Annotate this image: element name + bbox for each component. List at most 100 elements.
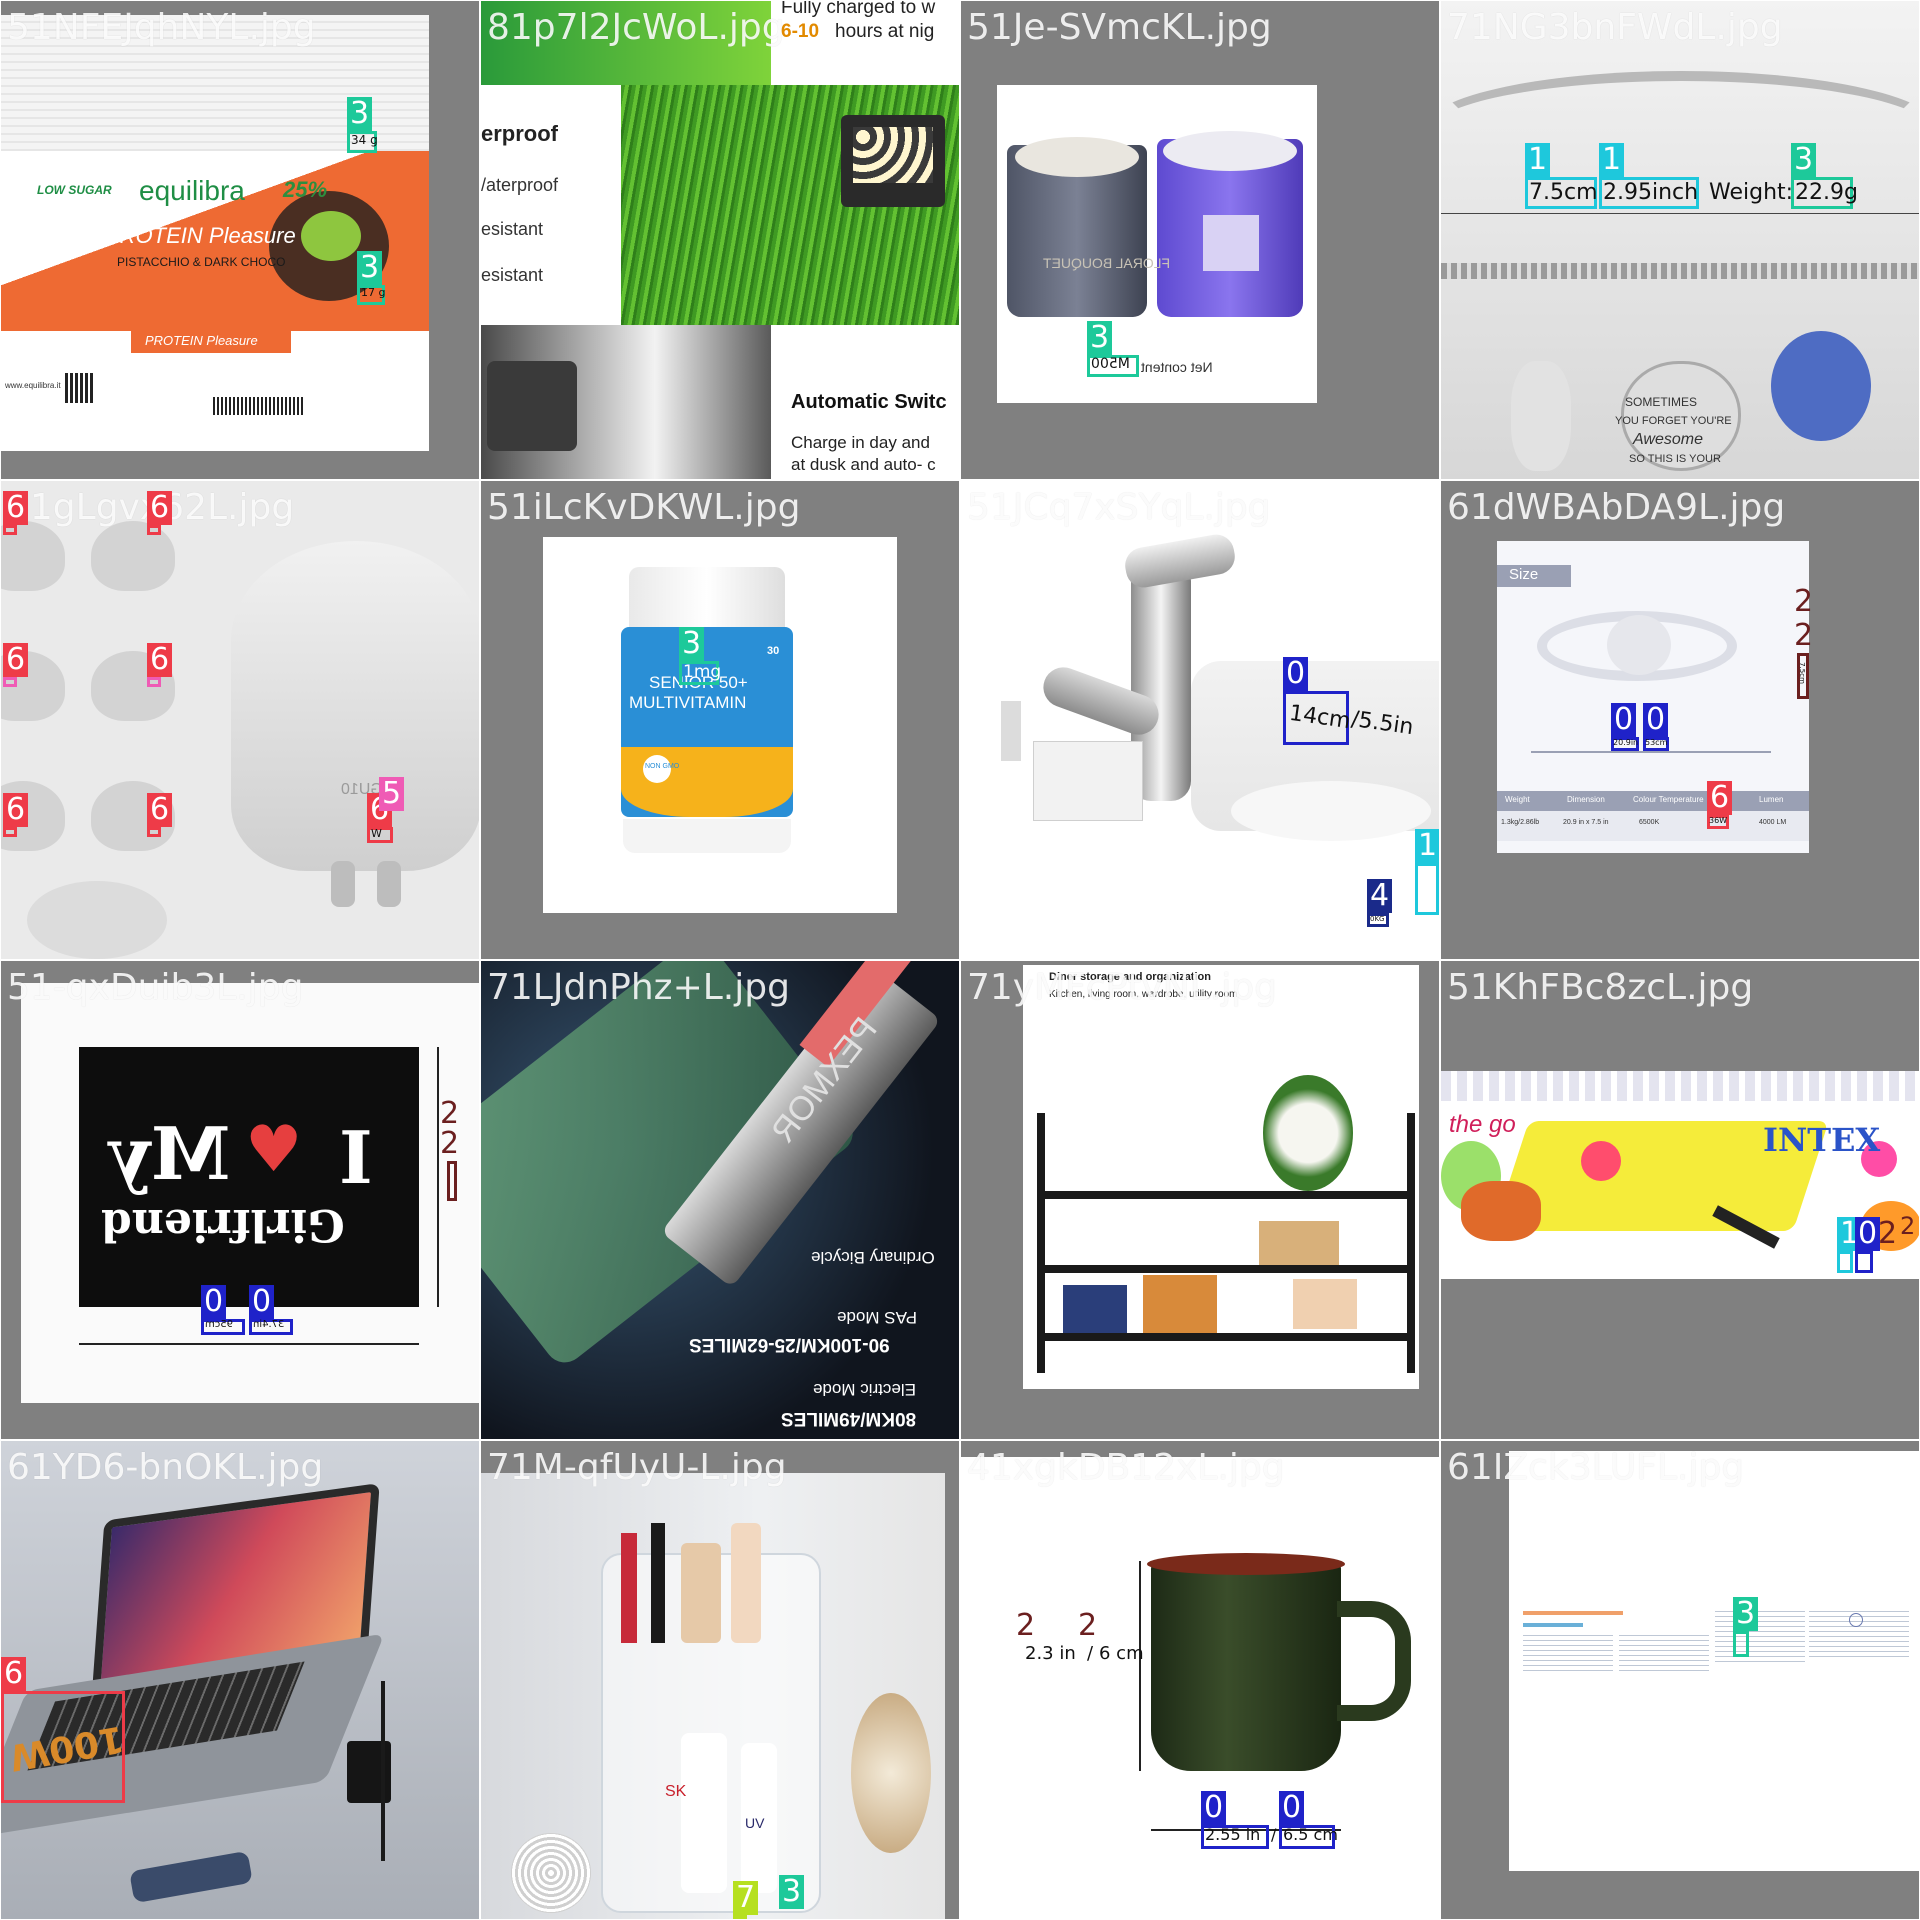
tile-7-annot-text-4: 36W: [1709, 816, 1728, 825]
tile-3-text-0: SOMETIMES: [1625, 395, 1698, 409]
tile-8-text-1: My: [109, 1111, 231, 1196]
tile-4-label-2: 6: [3, 643, 29, 677]
tile-11: the go INTEX 1 0 2 2 51KhFBc8zcL.jpg: [1441, 961, 1919, 1439]
tile-14-annot-text-3: 2.55 in: [1205, 1825, 1261, 1844]
tile-14-annot-text-1: /: [1087, 1643, 1094, 1664]
tile-9-text-4: Electric Mode: [813, 1380, 916, 1399]
tile-0-text-5: PROTEIN Pleasure: [145, 333, 258, 348]
tile-10-filename: 71yMFcPtvNL.jpg: [967, 967, 1277, 1008]
tile-9-text-1: Ordinary Bicycle: [811, 1248, 935, 1267]
tile-4-box-4: [3, 827, 17, 837]
tile-11-label-3: 2: [1900, 1212, 1916, 1240]
tile-6-label-0: 0: [1283, 657, 1309, 691]
tile-7-label-1: 2: [1794, 618, 1814, 653]
tile-0-annot-text-1: 17 g: [361, 286, 386, 299]
tile-0-label-1: 3: [357, 251, 383, 285]
tile-3-text-2: Awesome: [1633, 431, 1703, 448]
tile-6-label-2: 1: [1415, 829, 1439, 863]
tile-7-label-0: 2: [1794, 584, 1814, 619]
tile-8-text-2: Girlfriend: [101, 1199, 345, 1250]
tile-0: equilibra 25% PROTEIN Pleasure PISTACCHI…: [1, 1, 479, 479]
tile-2-annot-text-0: M500: [1091, 356, 1130, 372]
tile-10-photo: Diner storage and organization Kitchen, …: [1023, 965, 1419, 1389]
tile-5-label-0: 3: [679, 627, 705, 661]
tile-8-label-1: 2: [440, 1126, 460, 1161]
tile-3-annot-text-1: 2.95inch: [1603, 180, 1699, 205]
tile-12-photo: [1, 1441, 479, 1919]
tile-15-label-0: 3: [1733, 1597, 1759, 1631]
tile-13-text-0: SK: [665, 1783, 687, 1800]
tile-4: GU10 6 6 6 6 6 6 6 W 5 61gLgvx62L.jpg: [1, 481, 479, 959]
tile-7-annot-text-1: 7.5cm: [1797, 662, 1806, 684]
tile-0-text-1: 25%: [283, 177, 328, 202]
tile-13-filename: 71M-qfUyU-L.jpg: [487, 1447, 787, 1488]
tile-0-label-0: 3: [347, 97, 373, 131]
tile-7-label-2: 0: [1611, 703, 1637, 737]
tile-15-filename: 61IZck3LUFL.jpg: [1447, 1447, 1745, 1488]
tile-14-annot-text-2: 6 cm: [1099, 1643, 1144, 1664]
tile-0-annot-text-0: 34 g: [351, 133, 378, 147]
tile-4-label-3: 6: [147, 643, 173, 677]
tile-13: SK UV 7 3 71M-qfUyU-L.jpg: [481, 1441, 959, 1919]
tile-1-filename: 81p7l2JcWoL.jpg: [487, 7, 785, 48]
tile-7-text-0: Size: [1509, 566, 1539, 583]
tile-3-annot-text-2: Weight:: [1709, 180, 1794, 205]
tile-3-label-1: 1: [1599, 143, 1625, 177]
tile-7-text-6: 20.9 in x 7.5 in: [1563, 819, 1609, 826]
tile-4-label-1: 6: [147, 491, 173, 525]
tile-1-text-3: erproof: [481, 121, 558, 146]
tile-15: 3 61IZck3LUFL.jpg: [1441, 1441, 1919, 1919]
tile-9-filename: 71LJdnPhz+L.jpg: [487, 967, 790, 1008]
tile-8-annot-text-3: 37.4in: [253, 1319, 285, 1330]
tile-7-text-4: Lumen: [1759, 795, 1784, 804]
tile-7: Size Weight Dimension Colour Temperature…: [1441, 481, 1919, 959]
tile-2-photo: FLORAL BOUQUET Net content: [997, 85, 1317, 403]
tile-0-text-3: PISTACCHIO & DARK CHOCO: [117, 255, 286, 269]
tile-7-label-4: 6: [1707, 781, 1733, 815]
tile-1-text-9: at dusk and auto- c: [791, 455, 936, 474]
tile-1-text-5: esistant: [481, 219, 544, 239]
tile-7-text-1: Weight: [1505, 795, 1530, 804]
tile-9: PEXMOR Ordinary Bicycle PAS Mode 90-100K…: [481, 961, 959, 1439]
tile-2-filename: 51Je-SVmcKL.jpg: [967, 7, 1272, 48]
tile-5: SENIOR 50+ MULTIVITAMIN 30 NON GMO 3 1mg…: [481, 481, 959, 959]
tile-1-text-4: /aterproof: [481, 175, 559, 195]
tile-3-label-0: 1: [1525, 143, 1551, 177]
tile-4-label-7: 5: [379, 777, 405, 811]
tile-8: I ♥ My Girlfriend 2 2 0 95cm 0 37.4in 51…: [1, 961, 479, 1439]
tile-11-box-0: [1837, 1251, 1853, 1273]
tile-2-label-0: 3: [1087, 321, 1113, 355]
tile-1-text-7: Automatic Switc: [791, 391, 947, 413]
tile-4-photo: GU10: [1, 481, 479, 959]
tile-7-annot-text-3: 53cm: [1645, 738, 1668, 747]
tile-13-photo: SK UV: [481, 1473, 945, 1919]
tile-7-text-2: Dimension: [1567, 795, 1605, 804]
tile-3-text-3: SO THIS IS YOUR: [1629, 453, 1721, 465]
tile-3-annot-text-0: 7.5cm: [1529, 180, 1598, 205]
tile-4-label-0: 6: [3, 491, 29, 525]
tile-3: SOMETIMES YOU FORGET YOU'RE Awesome SO T…: [1441, 1, 1919, 479]
tile-14-label-3: 0: [1201, 1791, 1227, 1825]
tile-1-text-8: Charge in day and: [791, 433, 930, 452]
tile-13-box-0: [733, 1915, 747, 1919]
tile-13-label-1: 3: [779, 1875, 805, 1909]
tile-8-filename: 51-qxDuib3L.jpg: [7, 967, 304, 1008]
tile-0-text-0: equilibra: [139, 175, 245, 206]
tile-5-annot-text-0: 1mg: [683, 662, 722, 682]
tile-6: 0 14cm /5.5in 1 4 0KG 51JCq7xSYqL.jpg: [961, 481, 1439, 959]
tile-8-annot-text-2: 95cm: [205, 1319, 233, 1330]
tile-5-photo: SENIOR 50+ MULTIVITAMIN 30 NON GMO: [543, 537, 897, 913]
tile-3-text-1: YOU FORGET YOU'RE: [1615, 415, 1732, 427]
tile-9-text-2: PAS Mode: [837, 1308, 918, 1327]
tile-13-text-1: UV: [745, 1815, 765, 1831]
tile-11-text-0: the go: [1449, 1111, 1516, 1138]
tile-8-label-3: 0: [249, 1285, 275, 1319]
tile-15-box-0: [1733, 1631, 1749, 1657]
tile-7-filename: 61dWBAbDA9L.jpg: [1447, 487, 1786, 528]
tile-12-filename: 61YD6-bnOKL.jpg: [7, 1447, 324, 1488]
tile-12: 6 100W 61YD6-bnOKL.jpg: [1, 1441, 479, 1919]
image-mosaic: equilibra 25% PROTEIN Pleasure PISTACCHI…: [0, 0, 1920, 1920]
tile-5-text-3: NON GMO: [645, 763, 680, 770]
tile-11-text-1: INTEX: [1763, 1121, 1881, 1159]
tile-8-label-2: 0: [201, 1285, 227, 1319]
